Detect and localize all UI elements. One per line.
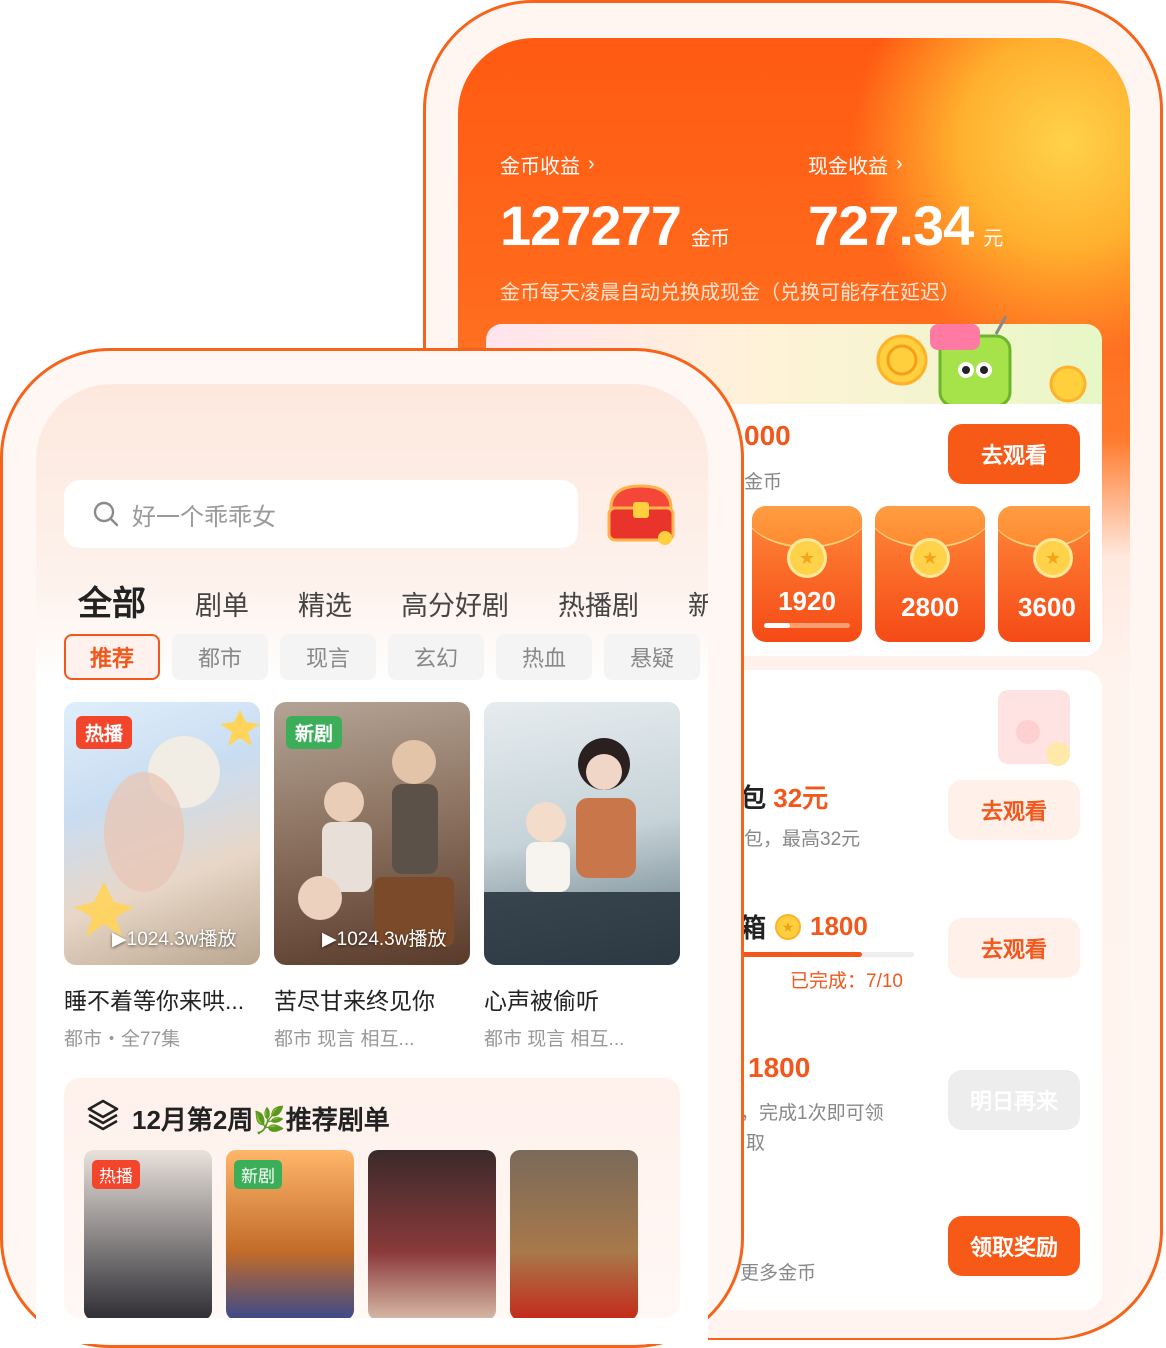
search-placeholder: 好一个乖乖女	[132, 503, 276, 531]
task-2-progress-bar	[742, 952, 914, 957]
drama-title-1[interactable]: 睡不着等你来哄...	[64, 982, 244, 1016]
playlist-item-4[interactable]	[510, 1150, 638, 1318]
packet-amount: 2800	[901, 592, 959, 622]
drama-title-3[interactable]: 心声被偷听	[484, 982, 599, 1016]
drama-title-2[interactable]: 苦尽甘来终见你	[274, 982, 435, 1016]
search-bar[interactable]: 好一个乖乖女	[64, 480, 578, 548]
poster-artwork	[484, 738, 680, 965]
search-icon	[93, 501, 119, 527]
tab-featured[interactable]: 精选	[298, 584, 352, 623]
coin-earnings-value: 127277	[500, 194, 682, 257]
tab-all[interactable]: 全部	[78, 576, 146, 625]
new-tag: 新剧	[234, 1160, 282, 1189]
coin-unit: 金币	[690, 228, 730, 250]
drama-poster-1[interactable]: 热播 ▶1024.3w播放	[64, 702, 260, 965]
playlist-title: 12月第2周🌿推荐剧单	[132, 1105, 390, 1135]
chip-modern-romance[interactable]: 现言	[280, 634, 376, 680]
new-tag: 新剧	[286, 716, 343, 749]
task-title-partial: 000	[744, 420, 791, 451]
star-coin-icon: ★	[1033, 538, 1073, 578]
drama-meta-3: 都市 现言 相互...	[484, 1029, 625, 1050]
treasure-chest-icon[interactable]	[605, 480, 677, 546]
tab-top-rated[interactable]: 高分好剧	[401, 584, 509, 623]
tab-trending[interactable]: 热播剧	[558, 584, 639, 623]
packet-amount: 3600	[1018, 592, 1076, 622]
chip-mystery[interactable]: 悬疑	[604, 634, 700, 680]
svg-text:★: ★	[782, 919, 795, 935]
exchange-note: 金币每天凌晨自动兑换成现金（兑换可能存在延迟）	[500, 282, 960, 304]
task-3-subtitle-2: 取	[746, 1133, 766, 1154]
genre-filter: 推荐 都市 现言 玄幻 热血 悬疑	[64, 634, 700, 680]
hot-tag: 热播	[92, 1160, 140, 1189]
coin-icon	[876, 334, 928, 386]
tab-playlists[interactable]: 剧单	[195, 584, 249, 623]
layers-icon	[87, 1099, 119, 1131]
coin-earnings-label: 金币收益	[500, 156, 580, 178]
red-envelope-icon	[998, 690, 1070, 766]
task-4-subtitle: 更多金币	[740, 1263, 817, 1284]
drama-meta-1: 都市・全77集	[64, 1029, 181, 1050]
chip-urban[interactable]: 都市	[172, 634, 268, 680]
task-1-watch-button[interactable]: 去观看	[948, 780, 1080, 840]
play-count: ▶1024.3w播放	[322, 929, 447, 950]
hot-tag: 热播	[76, 716, 133, 749]
chip-action[interactable]: 热血	[496, 634, 592, 680]
tab-new[interactable]: 新	[688, 584, 708, 623]
drama-poster-3[interactable]	[484, 702, 680, 965]
chevron-right-icon: ›	[588, 153, 595, 175]
category-tabs: 全部 剧单 精选 高分好剧 热播剧 新	[36, 560, 708, 640]
come-back-tomorrow-button[interactable]: 明日再来	[948, 1070, 1080, 1130]
play-count: ▶1024.3w播放	[112, 929, 237, 950]
drama-poster-2[interactable]: 新剧 ▶1024.3w播放	[274, 702, 470, 965]
chevron-right-icon: ›	[896, 153, 903, 175]
task-2-title: 箱 ★ 1800	[740, 911, 868, 943]
cash-earnings-value: 727.34	[808, 194, 974, 257]
task-1-title: 包 32元	[740, 783, 829, 813]
coin-earnings[interactable]: 金币收益 › 127277 金币	[500, 150, 730, 258]
weekly-playlist-card[interactable]: 12月第2周🌿推荐剧单 热播 新剧	[64, 1078, 680, 1318]
cash-earnings-label: 现金收益	[808, 156, 888, 178]
red-packet-3[interactable]: ★ 3600	[998, 506, 1090, 642]
packet-progress	[764, 623, 850, 628]
star-coin-icon: ★	[787, 538, 827, 578]
task-3-title: 1800	[748, 1052, 811, 1083]
chip-recommended[interactable]: 推荐	[64, 634, 160, 680]
playlist-item-2[interactable]: 新剧	[226, 1150, 354, 1318]
playlist-item-3[interactable]	[368, 1150, 496, 1318]
task-subtitle-partial: 金币	[744, 472, 783, 493]
red-packet-2[interactable]: ★ 2800	[875, 506, 985, 642]
red-packet-1[interactable]: ★ 1920	[752, 506, 862, 642]
star-coin-icon: ★	[910, 538, 950, 578]
task-3-subtitle-1: ，完成1次即可领	[740, 1103, 884, 1124]
chip-fantasy[interactable]: 玄幻	[388, 634, 484, 680]
cash-earnings[interactable]: 现金收益 › 727.34 元	[808, 150, 1003, 258]
packet-amount: 1920	[778, 586, 836, 616]
cash-unit: 元	[983, 228, 1003, 250]
watch-button[interactable]: 去观看	[948, 424, 1080, 484]
task-2-progress-text: 已完成：7/10	[790, 971, 903, 992]
playlist-item-1[interactable]: 热播	[84, 1150, 212, 1318]
task-1-subtitle: 包，最高32元	[744, 829, 861, 850]
star-coin-icon: ★	[775, 913, 802, 940]
coin-icon	[1049, 365, 1087, 403]
claim-reward-button[interactable]: 领取奖励	[948, 1216, 1080, 1276]
robot-mascot-icon	[930, 315, 1012, 408]
task-2-watch-button[interactable]: 去观看	[948, 918, 1080, 978]
drama-meta-2: 都市 现言 相互...	[274, 1029, 415, 1050]
